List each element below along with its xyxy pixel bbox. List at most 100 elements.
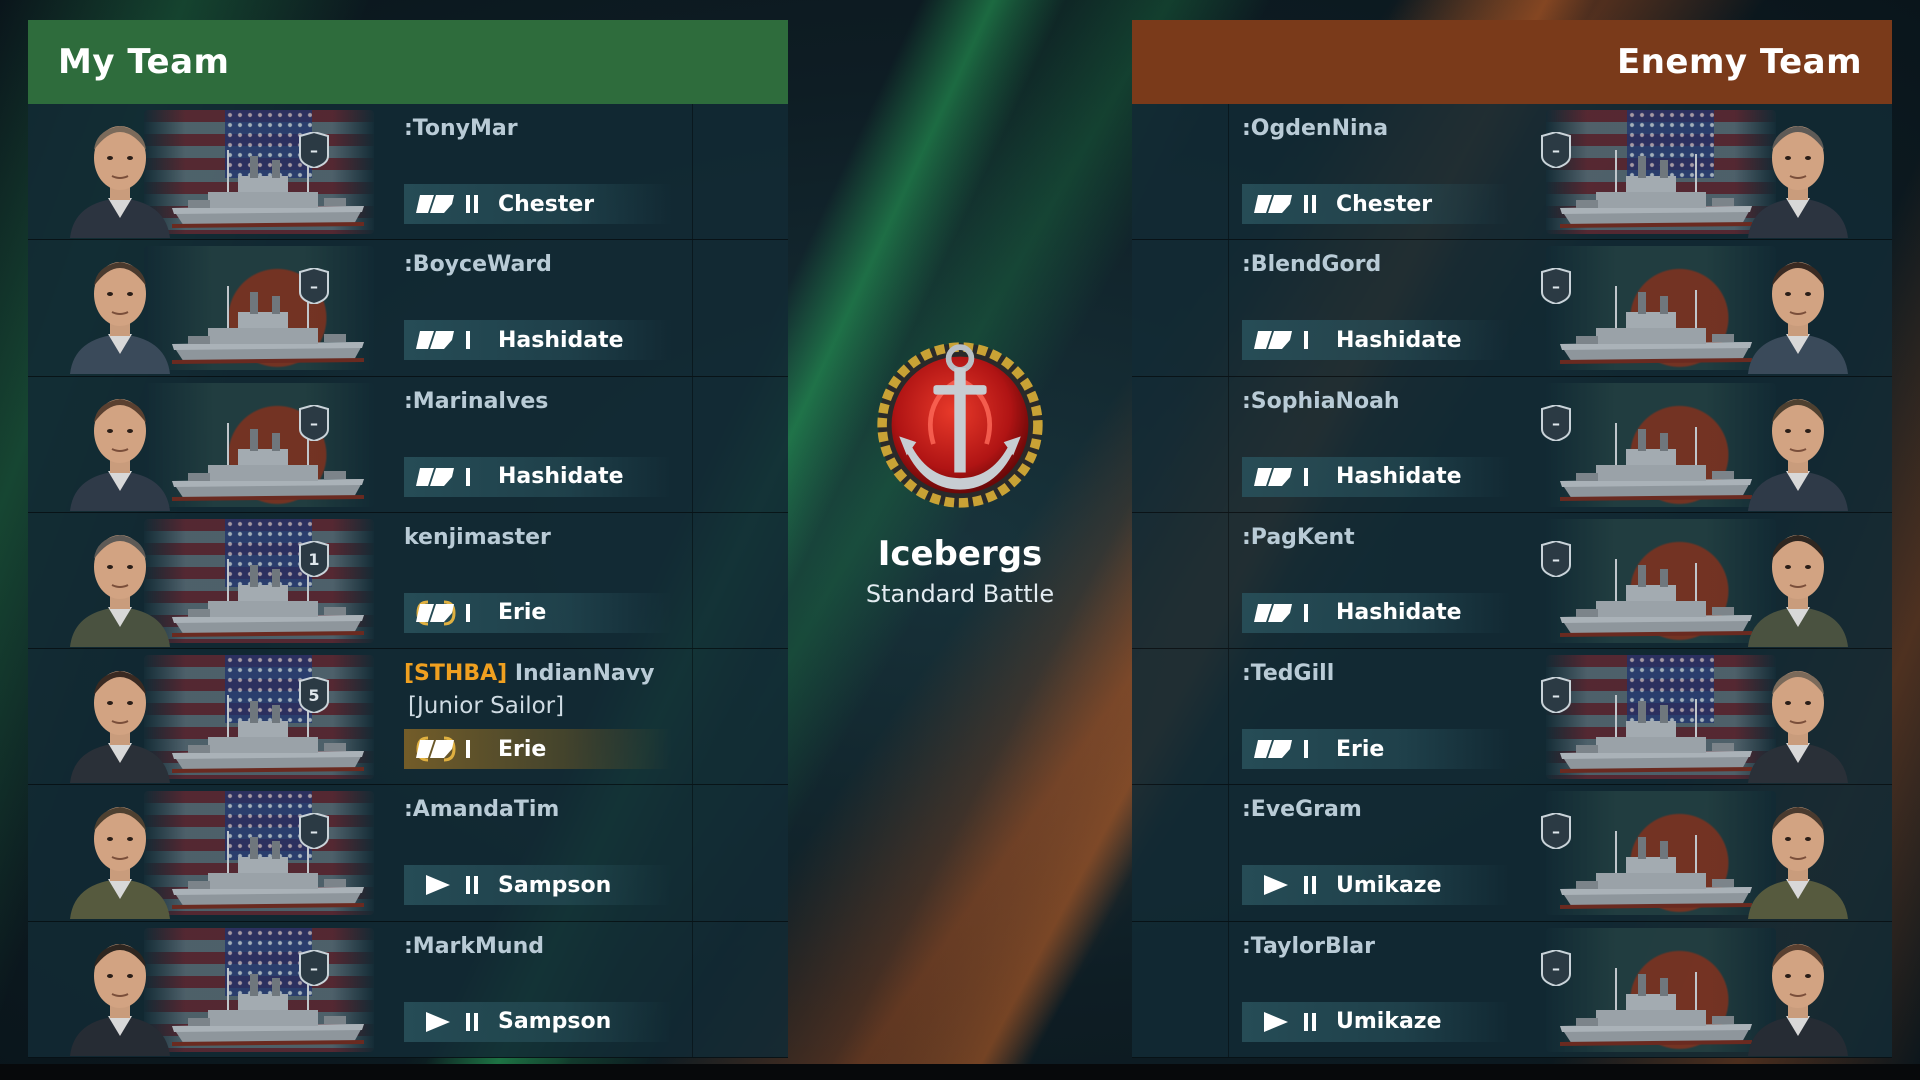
my-player-row-2[interactable]: – :BoyceWard Hashidate <box>28 240 788 377</box>
enemy-player-row-7[interactable]: – :TaylorBlar Umikaze <box>1132 921 1892 1058</box>
ship-visual <box>1546 924 1856 1056</box>
ship-name: Umikaze <box>1336 872 1442 898</box>
player-name: [STHBA] IndianNavy <box>404 661 654 686</box>
my-player-row-1[interactable]: – :TonyMar Chester <box>28 104 788 241</box>
ship-visual <box>64 242 374 375</box>
my-player-row-6[interactable]: – :AmandaTim Sampson <box>28 785 788 922</box>
enemy-player-row-5[interactable]: – :TedGill Erie <box>1132 649 1892 786</box>
cruiser-class-icon <box>1254 603 1292 622</box>
player-name-text: :MarkMund <box>404 933 544 959</box>
battle-mode: Standard Battle <box>865 580 1055 608</box>
ship-visual <box>64 515 374 647</box>
ship-image-icon <box>171 967 365 1046</box>
player-name: :SophiaNoah <box>1242 389 1400 414</box>
player-name: :TedGill <box>1242 661 1334 686</box>
player-name-text: :PagKent <box>1242 524 1355 550</box>
ship-image-icon <box>1559 150 1753 228</box>
ship-tier-icon <box>1304 331 1308 350</box>
captain-portrait <box>1748 534 1848 647</box>
ship-bar: Erie <box>1242 729 1510 770</box>
ship-name: Sampson <box>498 872 612 898</box>
anchor-emblem-icon <box>877 342 1043 508</box>
my-team-title: My Team <box>28 20 788 104</box>
player-name: :BoyceWard <box>404 252 552 277</box>
ship-name: Sampson <box>498 1009 612 1035</box>
ship-tier-icon <box>466 603 470 622</box>
enemy-player-row-4[interactable]: – :PagKent Hashidate <box>1132 512 1892 650</box>
player-name-text: :SophiaNoah <box>1242 388 1400 414</box>
ship-tier-icon <box>1304 740 1308 759</box>
captain-portrait <box>1748 262 1848 375</box>
division-minus-shield-icon: – <box>1541 813 1571 850</box>
player-name: :OgdenNina <box>1242 116 1388 141</box>
ship-bar: Chester <box>1242 184 1510 224</box>
ship-image-icon <box>1559 422 1753 501</box>
ship-name: Erie <box>498 600 547 626</box>
player-name: :TonyMar <box>404 116 518 141</box>
cruiser-class-icon <box>1254 331 1292 350</box>
my-player-row-7[interactable]: – :MarkMund Sampson <box>28 921 788 1058</box>
ship-tier-icon <box>466 331 470 350</box>
player-name-text: kenjimaster <box>404 524 551 550</box>
enemy-player-row-2[interactable]: – :BlendGord Hashidate <box>1132 240 1892 377</box>
player-name-text: :BoyceWard <box>404 252 552 278</box>
ship-image-icon <box>171 831 365 910</box>
my-player-row-3[interactable]: – :Marinalves Hashidate <box>28 376 788 513</box>
captain-portrait <box>70 398 170 511</box>
cruiser-class-icon <box>416 195 454 213</box>
destroyer-class-icon <box>426 875 450 896</box>
ship-name: Chester <box>498 191 595 217</box>
division-minus-shield-icon: – <box>299 949 329 986</box>
ship-tier-icon <box>466 467 470 486</box>
captain-portrait <box>1748 943 1848 1056</box>
player-name-text: :BlendGord <box>1242 252 1382 278</box>
svg-text:–: – <box>1552 141 1560 160</box>
cruiser-class-icon <box>416 467 454 486</box>
enemy-player-row-1[interactable]: – :OgdenNina Chester <box>1132 104 1892 241</box>
ship-tier-icon <box>1304 603 1308 622</box>
ship-name: Umikaze <box>1336 1009 1442 1035</box>
my-player-row-4[interactable]: 1 kenjimaster Erie <box>28 512 788 650</box>
player-name-text: :TedGill <box>1242 661 1335 687</box>
enemy-team-title: Enemy Team <box>1132 20 1892 104</box>
svg-text:–: – <box>310 822 318 841</box>
ship-visual <box>64 379 374 511</box>
ship-name: Hashidate <box>498 327 624 353</box>
division-minus-shield-icon: – <box>1541 949 1571 986</box>
ship-image-icon <box>1559 286 1753 365</box>
captain-portrait <box>1748 671 1848 784</box>
enemy-player-row-3[interactable]: – :SophiaNoah Hashidate <box>1132 376 1892 513</box>
division-minus-shield-icon: – <box>299 268 329 305</box>
ship-bar: Sampson <box>404 865 672 906</box>
ship-image-icon <box>1559 967 1753 1046</box>
ship-tier-icon <box>466 876 478 895</box>
enemy-player-row-6[interactable]: – :EveGram Umikaze <box>1132 785 1892 922</box>
ship-name: Hashidate <box>498 464 624 490</box>
division-minus-shield-icon: – <box>1541 404 1571 441</box>
battle-info: Icebergs Standard Battle <box>860 330 1060 610</box>
ship-bar: Erie <box>404 592 672 633</box>
svg-text:–: – <box>310 414 318 433</box>
player-name-text: :TonyMar <box>404 116 518 141</box>
division-rank-shield-icon: 1 <box>299 540 329 577</box>
ship-image-icon <box>171 150 365 228</box>
ship-bar: Hashidate <box>1242 320 1510 361</box>
ship-image-icon <box>171 422 365 501</box>
ship-visual <box>1546 515 1856 647</box>
division-minus-shield-icon: – <box>1541 540 1571 577</box>
destroyer-class-icon <box>426 1011 450 1032</box>
player-name-text: :TaylorBlar <box>1242 933 1375 959</box>
ship-tier-icon <box>1304 195 1316 213</box>
ship-visual <box>1546 651 1856 784</box>
player-name: :Marinalves <box>404 389 548 414</box>
svg-text:–: – <box>1552 414 1560 433</box>
cruiser-class-icon <box>416 736 456 762</box>
division-minus-shield-icon: – <box>1541 268 1571 305</box>
player-name-text: :EveGram <box>1242 797 1362 823</box>
my-player-row-5[interactable]: 5 [STHBA] IndianNavy [Junior Sailor] Eri… <box>28 649 788 786</box>
captain-portrait <box>70 262 170 375</box>
captain-portrait <box>1748 126 1848 238</box>
player-name: :MarkMund <box>404 934 544 959</box>
player-name-text: :Marinalves <box>404 388 549 414</box>
player-name-text: IndianNavy <box>514 661 655 687</box>
